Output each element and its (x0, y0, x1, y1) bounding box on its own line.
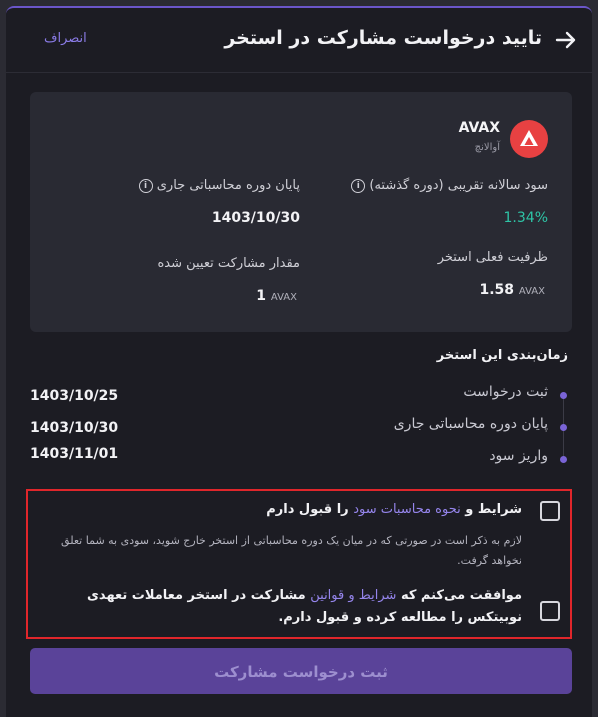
pool-rules-prefix: موافقت می‌کنم که (400, 588, 522, 603)
agreements-box: شرایط و نحوه محاسبات سود را قبول دارم لا… (26, 489, 572, 639)
timeline-date-payout: 1403/11/01 (30, 446, 119, 462)
dialog-title: تایید درخواست مشارکت در استخر (224, 27, 542, 49)
profit-calc-link[interactable]: نحوه محاسبات سود (353, 502, 461, 517)
info-icon[interactable]: i (351, 178, 366, 193)
apr-value: 1.34% (503, 210, 548, 226)
stake-confirm-dialog: تایید درخواست مشارکت در استخر انصراف AVA… (6, 6, 592, 717)
timeline-date-period-end: 1403/10/30 (30, 420, 119, 436)
coin-symbol: AVAX (458, 120, 500, 136)
timeline-label-payout: واریز سود (489, 448, 548, 464)
coin-name: آوالانچ (474, 142, 500, 153)
pool-rules-link[interactable]: شرایط و قوانین (310, 588, 396, 603)
pool-rules-text: موافقت می‌کنم که شرایط و قوانین مشارکت د… (40, 585, 522, 629)
amount-number: 1 (256, 288, 267, 304)
period-end-label: پایان دوره محاسباتی جاری i (133, 178, 300, 193)
period-end-label-text: پایان دوره محاسباتی جاری (156, 178, 300, 193)
apr-label-text: سود سالانه تقریبی (دوره گذشته) (369, 178, 548, 193)
profit-terms-note: لازم به ذکر است در صورتی که در میان یک د… (61, 534, 522, 567)
amount-label: مقدار مشارکت تعیین شده (157, 256, 300, 271)
pool-info-card: AVAX آوالانچ سود سالانه تقریبی (دوره گذش… (30, 92, 572, 332)
profit-terms-checkbox[interactable] (540, 501, 560, 521)
timeline-dot (560, 392, 567, 399)
amount-unit: AVAX (270, 292, 297, 303)
pool-rules-checkbox[interactable] (540, 601, 560, 621)
submit-request-button[interactable]: ثبت درخواست مشارکت (30, 648, 572, 694)
profit-terms-text: شرایط و نحوه محاسبات سود را قبول دارم (266, 499, 522, 521)
profit-terms-suffix: را قبول دارم (266, 502, 349, 517)
dialog-header: تایید درخواست مشارکت در استخر انصراف (6, 8, 592, 73)
timeline-date-request: 1403/10/25 (30, 388, 119, 404)
info-icon[interactable]: i (138, 178, 153, 193)
period-end-value: 1403/10/30 (211, 210, 300, 226)
arrow-right-icon[interactable] (554, 28, 578, 52)
capacity-value: 1.58 AVAX (479, 282, 548, 298)
cancel-link[interactable]: انصراف (44, 31, 87, 46)
profit-terms-prefix: شرایط و (465, 502, 522, 517)
timeline-label-request: ثبت درخواست (463, 384, 548, 400)
avax-logo-icon (510, 120, 548, 158)
capacity-unit: AVAX (518, 286, 545, 297)
capacity-amount: 1.58 (479, 282, 515, 298)
apr-label: سود سالانه تقریبی (دوره گذشته) i (345, 178, 548, 193)
timeline-dot (560, 424, 567, 431)
amount-value: 1 AVAX (256, 288, 300, 304)
capacity-label: ظرفیت فعلی استخر (437, 250, 548, 265)
timeline-label-period-end: پایان دوره محاسباتی جاری (393, 416, 548, 432)
schedule-title: زمان‌بندی این استخر (436, 348, 568, 363)
timeline-dot (560, 456, 567, 463)
